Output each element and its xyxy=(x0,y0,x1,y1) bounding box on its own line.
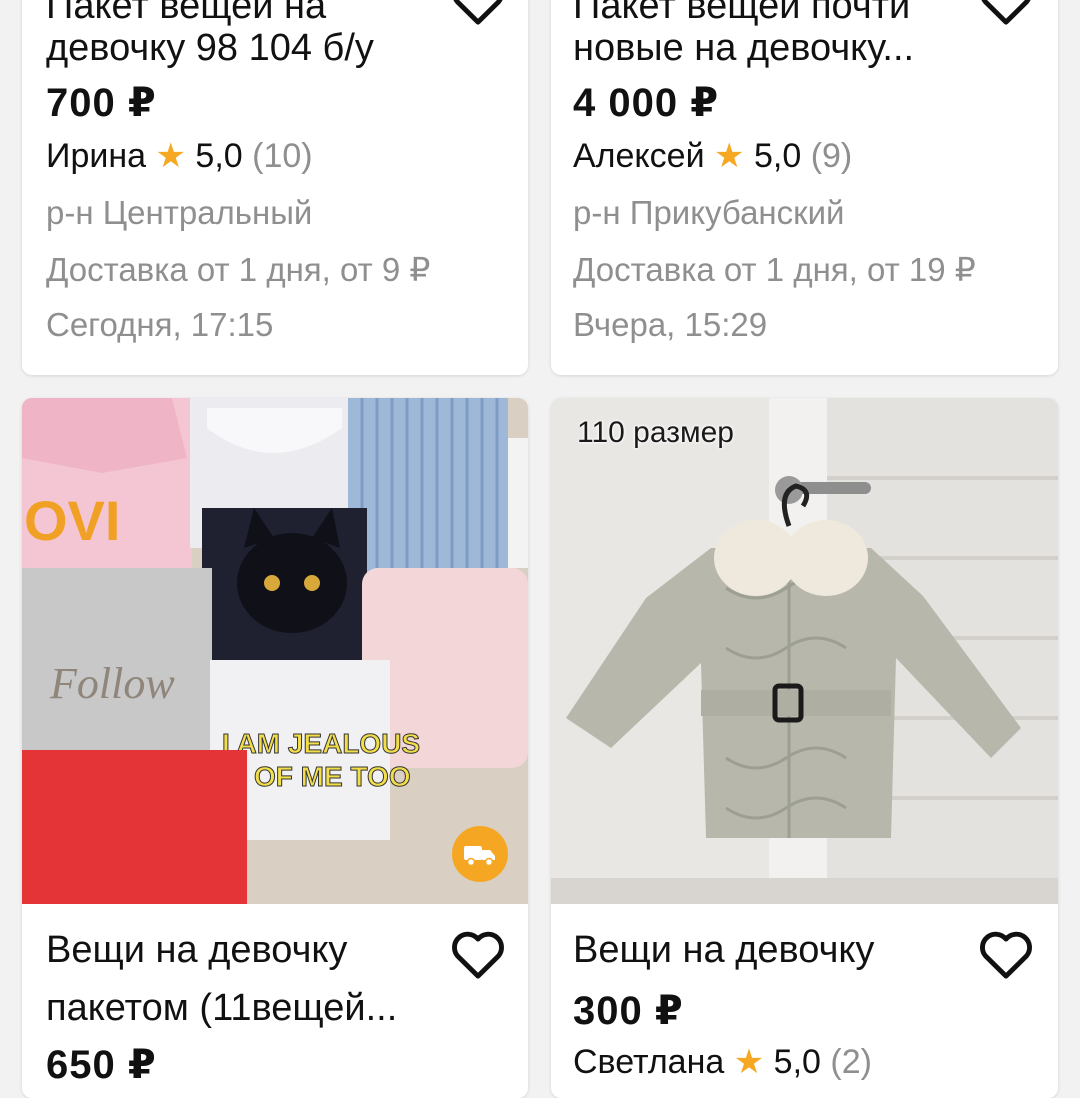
blue-shirt-shape xyxy=(348,398,508,576)
listing-card-1[interactable]: Пакет вещей на девочку 98 104 б/у 700 ₽ … xyxy=(22,0,528,375)
follow-print: Follow xyxy=(49,659,175,708)
listing-card-3[interactable]: OVI Follow I AM JEALOUS OF ME TOO Вещи н… xyxy=(22,398,528,1098)
listing-date: Сегодня, 17:15 xyxy=(46,306,274,343)
fur-collar-right-shape xyxy=(784,520,868,596)
favorite-heart-icon[interactable] xyxy=(450,928,506,980)
listing-delivery: Доставка от 1 дня, от 19 ₽ xyxy=(573,251,976,288)
star-icon: ★ xyxy=(155,137,186,175)
listing-district: р-н Прикубанский xyxy=(573,194,845,231)
seller-row: Светлана ★ 5,0 (2) xyxy=(573,1042,872,1082)
listing-price: 700 ₽ xyxy=(46,81,157,125)
listing-card-4[interactable]: 110 размер Вещи на девочку 300 ₽ Светлан… xyxy=(551,398,1058,1098)
belt-shape xyxy=(701,690,891,716)
star-icon: ★ xyxy=(733,1043,765,1081)
shirt-print-line-1: I AM JEALOUS xyxy=(222,728,420,759)
listing-title-line-1: Вещи на девочку xyxy=(46,929,348,971)
listing-price: 4 000 ₽ xyxy=(573,81,720,125)
listing-title-line-2: девочку 98 104 б/у xyxy=(46,27,374,69)
photo-caption: 110 размер xyxy=(577,416,734,449)
listing-date: Вчера, 15:29 xyxy=(573,306,768,343)
listing-price: 650 ₽ xyxy=(46,1043,157,1087)
favorite-heart-icon[interactable] xyxy=(978,0,1034,26)
truck-icon xyxy=(452,826,508,882)
favorite-heart-icon[interactable] xyxy=(978,928,1034,980)
seller-reviews-count: (9) xyxy=(810,137,853,175)
seller-rating: 5,0 xyxy=(195,137,243,175)
seller-rating: 5,0 xyxy=(773,1043,821,1081)
listing-title-line-2: новые на девочку... xyxy=(573,27,915,69)
hoodie-hood-shape xyxy=(22,398,187,473)
seller-rating: 5,0 xyxy=(753,137,802,175)
seller-name[interactable]: Алексей xyxy=(573,137,705,175)
seller-row: Алексей ★ 5,0 (9) xyxy=(573,136,852,176)
seller-reviews-count: (2) xyxy=(830,1043,872,1081)
favorite-heart-icon[interactable] xyxy=(450,0,506,26)
hoodie-print: OVI xyxy=(24,489,120,552)
seller-name[interactable]: Светлана xyxy=(573,1043,724,1081)
listing-district: р-н Центральный xyxy=(46,194,313,231)
listing-photo[interactable] xyxy=(551,398,1058,904)
listing-title: Вещи на девочку xyxy=(573,929,875,971)
shirt-print-line-2: OF ME TOO xyxy=(254,761,411,792)
seller-row: Ирина ★ 5,0 (10) xyxy=(46,136,313,176)
listing-price: 300 ₽ xyxy=(573,989,684,1033)
red-shirt-shape xyxy=(22,750,247,904)
cat-head-shape xyxy=(237,533,347,633)
listing-delivery: Доставка от 1 дня, от 9 ₽ xyxy=(46,251,431,288)
star-icon: ★ xyxy=(714,137,745,175)
listing-title-line-2: пакетом (11вещей... xyxy=(46,987,398,1029)
listing-card-2[interactable]: Пакет вещей почти новые на девочку... 4 … xyxy=(551,0,1058,375)
seller-reviews-count: (10) xyxy=(252,137,313,175)
seller-name[interactable]: Ирина xyxy=(46,137,146,175)
